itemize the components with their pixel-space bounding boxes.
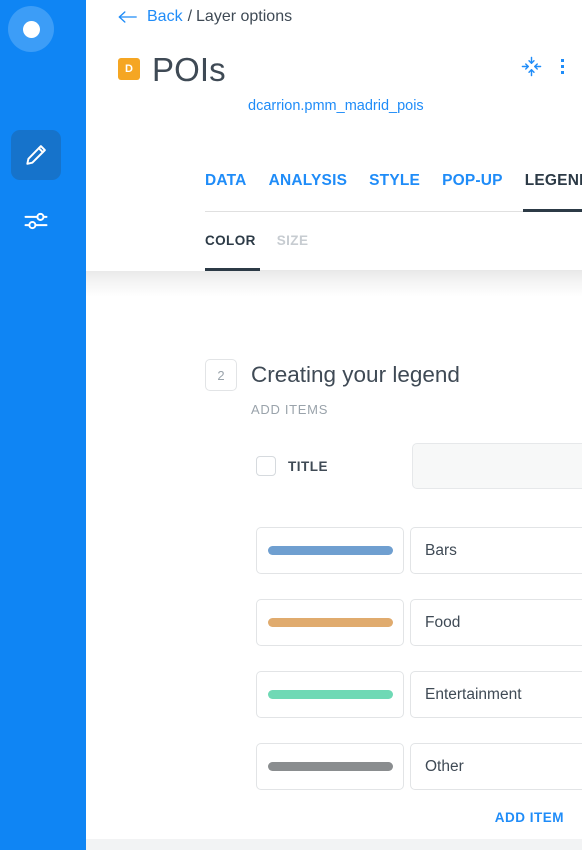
- legend-color-swatch[interactable]: [256, 527, 404, 574]
- subtabs-divider: [205, 270, 582, 271]
- legend-title-label: TITLE: [288, 459, 328, 474]
- tabs-active-indicator: [523, 209, 582, 212]
- section-title: Creating your legend: [251, 362, 460, 387]
- layer-title-row: D POIs: [118, 48, 566, 90]
- sidebar-item-settings[interactable]: [11, 196, 61, 246]
- layer-tabs: DATA ANALYSIS STYLE POP-UP LEGEND: [205, 172, 582, 192]
- sidebar-item-edit[interactable]: [11, 130, 61, 180]
- legend-item-row: [256, 671, 582, 718]
- arrow-left-icon[interactable]: [118, 10, 138, 24]
- left-sidebar: [0, 0, 86, 850]
- kebab-dot: [560, 64, 564, 68]
- breadcrumb: Back / Layer options: [118, 5, 292, 29]
- add-item-button[interactable]: ADD ITEM: [495, 810, 564, 825]
- legend-subtabs: COLOR SIZE: [205, 233, 308, 248]
- color-bar-icon: [267, 762, 393, 771]
- section-subtitle: ADD ITEMS: [251, 402, 329, 417]
- back-link[interactable]: Back: [147, 8, 183, 26]
- sliders-icon: [22, 207, 50, 235]
- legend-item-label-input[interactable]: [410, 527, 582, 574]
- legend-item-row: [256, 599, 582, 646]
- legend-title-row: TITLE: [256, 443, 582, 489]
- legend-color-swatch[interactable]: [256, 599, 404, 646]
- legend-item-label-input[interactable]: [410, 671, 582, 718]
- color-bar-icon: [267, 618, 393, 627]
- legend-title-checkbox[interactable]: [256, 456, 276, 476]
- main-panel: Back / Layer options D POIs dcarrion.pmm…: [86, 0, 582, 850]
- legend-item-label-input[interactable]: [410, 599, 582, 646]
- tab-popup[interactable]: POP-UP: [442, 172, 503, 192]
- subtab-color[interactable]: COLOR: [205, 233, 256, 248]
- kebab-menu-icon[interactable]: [556, 57, 568, 76]
- kebab-dot: [560, 70, 564, 74]
- tab-style[interactable]: STYLE: [369, 172, 420, 192]
- page-title: POIs: [152, 50, 226, 88]
- pencil-icon: [23, 142, 49, 168]
- legend-item-label-input[interactable]: [410, 743, 582, 790]
- avatar[interactable]: [8, 6, 54, 52]
- collapse-icon[interactable]: [520, 55, 542, 77]
- title-actions: [520, 55, 568, 77]
- tab-data[interactable]: DATA: [205, 172, 247, 192]
- legend-color-swatch[interactable]: [256, 743, 404, 790]
- step-number-badge: 2: [205, 359, 237, 391]
- section-header: 2 Creating your legend: [205, 359, 460, 391]
- kebab-dot: [560, 58, 564, 62]
- breadcrumb-current: Layer options: [196, 8, 293, 25]
- layer-type-badge: D: [118, 58, 140, 80]
- legend-color-swatch[interactable]: [256, 671, 404, 718]
- subtabs-active-indicator: [205, 268, 260, 271]
- layer-options-panel: Back / Layer options D POIs dcarrion.pmm…: [0, 0, 582, 850]
- tab-analysis[interactable]: ANALYSIS: [269, 172, 348, 192]
- subtab-size[interactable]: SIZE: [277, 233, 309, 248]
- legend-item-row: [256, 527, 582, 574]
- legend-item-row: [256, 743, 582, 790]
- dataset-link[interactable]: dcarrion.pmm_madrid_pois: [248, 98, 424, 114]
- tab-legend[interactable]: LEGEND: [525, 172, 582, 192]
- legend-title-input[interactable]: [412, 443, 582, 489]
- footer-band: [86, 839, 582, 850]
- color-bar-icon: [267, 546, 393, 555]
- breadcrumb-separator: /: [187, 8, 193, 25]
- color-bar-icon: [267, 690, 393, 699]
- content-shadow: [86, 271, 582, 297]
- avatar-dot-icon: [22, 20, 40, 38]
